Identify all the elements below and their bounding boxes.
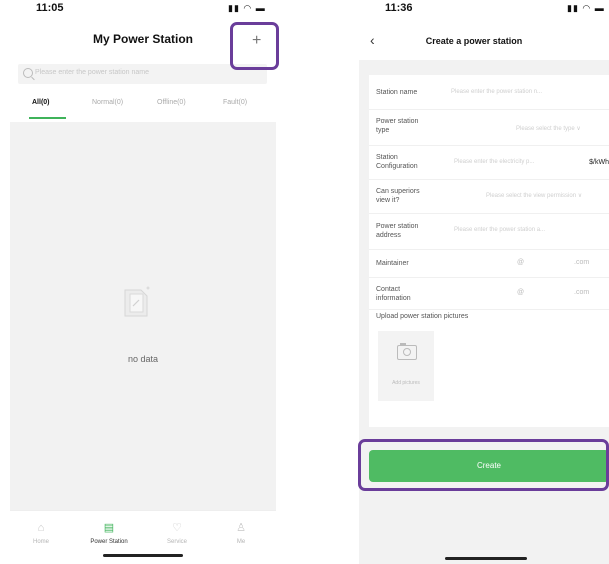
search-icon [23, 68, 33, 78]
add-button-highlight [230, 22, 279, 70]
field-label: Can superiors view it? [376, 188, 420, 204]
contact-row[interactable]: Contact information @ .com [369, 277, 609, 310]
field-label: Station name [376, 89, 418, 96]
view-permission-row[interactable]: Can superiors view it? Please select the… [369, 179, 609, 214]
tabbar-service[interactable]: ♡ Service [152, 521, 202, 545]
station-name-input[interactable]: Please enter the power station n... [451, 89, 542, 95]
tabbar-label: Home [32, 539, 49, 545]
at-sign: @ [517, 259, 525, 266]
home-indicator [445, 557, 527, 560]
station-config-row[interactable]: Station Configuration Please enter the e… [369, 145, 609, 180]
station-list: no data [10, 122, 276, 510]
domain-suffix: .com [574, 259, 590, 266]
status-icons: ▮▮ ◠ ▬ [567, 3, 605, 13]
search-placeholder: Please enter the power station name [35, 69, 150, 76]
power-station-icon: ▤ [103, 522, 115, 534]
service-icon: ♡ [172, 522, 182, 534]
page-title: Create a power station [425, 36, 523, 46]
tabbar-label: Me [236, 539, 246, 545]
field-label: Contact information [376, 286, 411, 302]
status-tabs: All(0) Normal(0) Offline(0) Fault(0) [10, 99, 276, 119]
tab-normal[interactable]: Normal(0) [92, 99, 123, 106]
tab-fault[interactable]: Fault(0) [223, 99, 247, 106]
tab-all[interactable]: All(0) [32, 99, 50, 106]
power-station-list-screen: 11:05 ▮▮ ◠ ▬ My Power Station + Please e… [10, 0, 276, 564]
field-label: Maintainer [376, 260, 409, 267]
tabbar-label: Power Station [90, 539, 128, 545]
tab-offline[interactable]: Offline(0) [157, 99, 186, 106]
empty-document-icon [124, 286, 150, 317]
tabbar-home[interactable]: ⌂ Home [16, 521, 66, 545]
at-sign: @ [517, 289, 525, 296]
tabbar-me[interactable]: ♙ Me [216, 521, 266, 545]
maintainer-row[interactable]: Maintainer @ .com [369, 249, 609, 278]
station-name-row[interactable]: Station name Please enter the power stat… [369, 75, 609, 110]
station-type-row[interactable]: Power station type Please select the typ… [369, 109, 609, 146]
station-config-input[interactable]: Please enter the electricity p... [454, 159, 534, 165]
view-permission-select[interactable]: Please select the view permission ∨ [486, 192, 582, 199]
camera-icon [397, 343, 417, 360]
home-icon: ⌂ [37, 522, 45, 534]
user-icon: ♙ [236, 522, 246, 534]
upload-pictures-label: Upload power station pictures [376, 313, 469, 320]
field-label: Station Configuration [376, 154, 418, 170]
tabbar-label: Service [166, 539, 187, 545]
domain-suffix: .com [574, 289, 590, 296]
status-time: 11:05 [36, 2, 64, 14]
add-pictures-button[interactable]: Add pictures [378, 331, 434, 401]
unit-label: $/kWh [589, 159, 609, 166]
home-indicator [103, 554, 183, 557]
status-time: 11:36 [385, 2, 413, 14]
field-label: Power station type [376, 118, 419, 134]
station-address-row[interactable]: Power station address Please enter the p… [369, 213, 609, 250]
status-icons: ▮▮ ◠ ▬ [228, 3, 266, 13]
add-pictures-label: Add pictures [392, 380, 420, 386]
create-button-highlight [358, 439, 609, 491]
field-label: Power station address [376, 223, 419, 239]
search-input[interactable]: Please enter the power station name [18, 64, 267, 84]
station-address-input[interactable]: Please enter the power station a... [454, 227, 545, 233]
tabbar-power-station[interactable]: ▤ Power Station [84, 521, 134, 545]
station-type-select[interactable]: Please select the type ∨ [516, 125, 581, 132]
active-tab-indicator [29, 117, 66, 119]
empty-state-text: no data [127, 354, 159, 364]
